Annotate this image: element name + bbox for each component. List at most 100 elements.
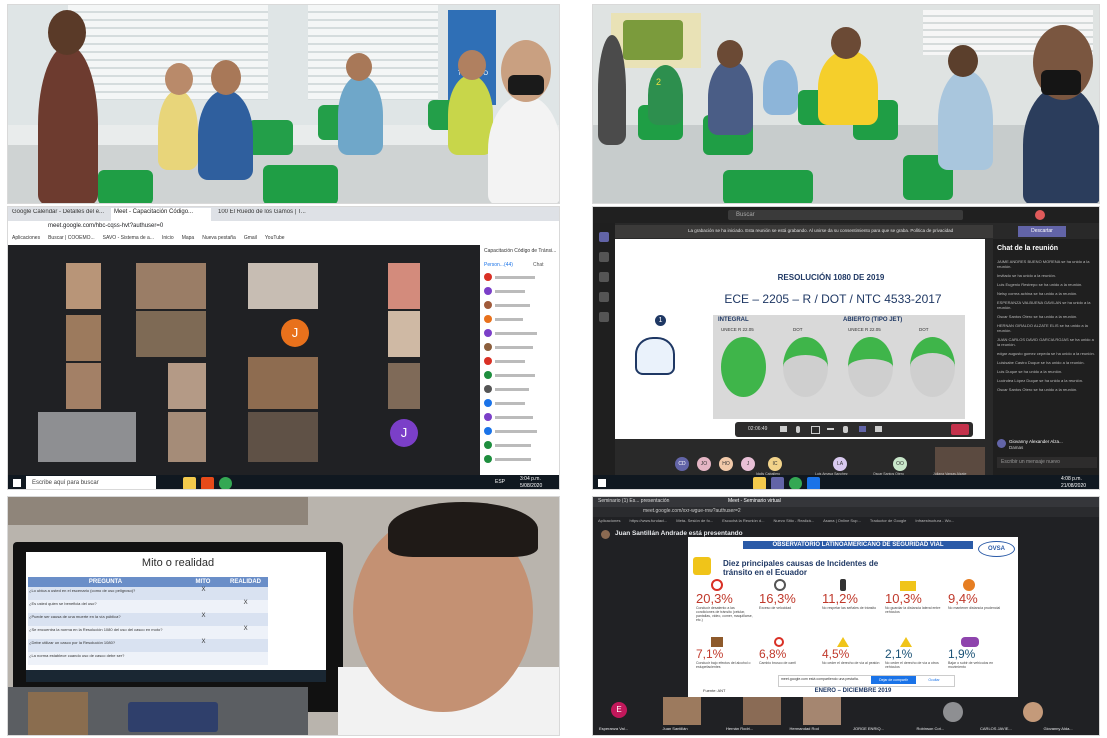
tab-active[interactable]: Meet - Seminario virtual (728, 498, 828, 504)
chair (98, 170, 153, 203)
attendee-avatar[interactable]: LA (833, 457, 847, 471)
tab-people[interactable]: Person...(44) (484, 262, 513, 268)
keyboard-language[interactable]: ESP (495, 479, 505, 485)
chat-last-avatar (997, 439, 1006, 448)
rail-icon[interactable] (599, 292, 609, 302)
pedestrian-sign-icon (837, 637, 849, 647)
participant-video (803, 697, 841, 725)
attendee-avatar[interactable]: JO (697, 457, 711, 471)
app-icon[interactable] (201, 477, 214, 489)
rail-icon[interactable] (599, 312, 609, 322)
traffic-light-icon (840, 579, 846, 591)
bookmark[interactable]: Nuevo Sitio - Realizá... (773, 518, 814, 526)
bookmark[interactable]: Asana | Online Sup... (823, 518, 861, 526)
row-reality (223, 613, 268, 626)
bookmark[interactable]: Infraestructura - Wo... (915, 518, 954, 526)
name-placeholder (495, 373, 535, 377)
bookmark[interactable]: SAVO - Sistema de a... (103, 235, 154, 245)
taskbar-app-icon[interactable] (807, 477, 820, 489)
attendee-avatar[interactable]: IC (768, 457, 782, 471)
stop-sharing-button[interactable]: Dejar de compartir (871, 676, 916, 684)
chat-input[interactable]: Escribir un mensaje nuevo (997, 457, 1097, 468)
bookmark[interactable]: Buscar | COOEMO... (48, 235, 95, 245)
video-tile (248, 357, 318, 409)
person-vest (448, 75, 493, 155)
hide-button[interactable]: Ocultar (919, 676, 949, 684)
chat-message: Luisisabe Castro Duque se ha unido a la … (997, 360, 1085, 365)
attendee-avatar[interactable]: HO (719, 457, 733, 471)
tab[interactable]: Google Calendar - Detalles del e... (12, 209, 107, 215)
table-row: ¿Es usted quien se beneficia del uso? X (28, 600, 268, 613)
search-box[interactable]: Buscar (728, 210, 963, 220)
attendee-avatar[interactable]: J (741, 457, 755, 471)
row-question: ¿Se encuentra la norma en la Resolución … (29, 627, 163, 632)
chair (248, 120, 293, 155)
participant-name: CARLOS JAVIE... (980, 726, 1012, 731)
raise-hand-icon[interactable] (843, 426, 848, 433)
person-standing (38, 45, 98, 203)
taskbar-app-icon[interactable] (771, 477, 784, 489)
slide-standard-code: ECE – 2205 – R / DOT / NTC 4533-2017 (724, 292, 942, 306)
url-field[interactable]: meet.google.com/hbc-cqss-hvt?authuser=0 (48, 223, 348, 229)
url-field[interactable]: meet.google.com/xxr-wgue-rnw?authuser=2 (643, 508, 843, 514)
participant-video (663, 697, 701, 725)
head (48, 10, 86, 55)
head (458, 50, 486, 80)
bookmark[interactable]: Aplicaciones (12, 235, 40, 245)
row-reality: X (243, 626, 248, 632)
bookmark[interactable]: YouTube (265, 235, 285, 245)
tab[interactable]: Seminario (1) Es... presentación (598, 498, 718, 504)
participant-name: JORGE ENRIQ... (853, 726, 884, 731)
bookmark[interactable]: Traductor de Google (870, 518, 907, 526)
yield-sign-icon (900, 637, 912, 647)
rail-icon[interactable] (599, 272, 609, 282)
avatar (484, 301, 492, 309)
head-label: UNECE R 22.05 (721, 327, 754, 332)
bookmark[interactable]: Nueva pestaña (202, 235, 236, 245)
rail-icon[interactable] (599, 252, 609, 262)
video-tile (168, 363, 206, 409)
bookmark[interactable]: Meta- Sesión de fo... (676, 518, 713, 526)
bookmark[interactable]: Aplicaciones (598, 518, 620, 526)
windows-start-icon[interactable] (13, 479, 21, 487)
chat-icon[interactable] (859, 426, 866, 432)
chrome-icon[interactable] (219, 477, 232, 489)
angry-face-icon (963, 579, 975, 591)
table-row: ¿Puede ser causa de una muerte en la vía… (28, 613, 268, 626)
bookmark[interactable]: Escuchá la Reunión d... (722, 518, 764, 526)
dismiss-button[interactable]: Descartar (1018, 226, 1066, 237)
participants-icon[interactable] (875, 426, 882, 432)
taskbar-app-icon[interactable] (753, 477, 766, 489)
avatar (484, 413, 492, 421)
ovsa-logo: OVSA (978, 541, 1015, 557)
hang-up-button[interactable] (951, 424, 969, 435)
camera-icon[interactable] (780, 426, 787, 432)
bookmark[interactable]: Mapa (182, 235, 195, 245)
taskbar-app-icon[interactable] (789, 477, 802, 489)
tab-chat[interactable]: Chat (533, 262, 544, 268)
tab[interactable]: 100 El Ruedo de los Gamos | T... (218, 209, 313, 215)
row-myth: X (201, 587, 206, 593)
bookmark[interactable]: Gmail (244, 235, 257, 245)
mic-icon[interactable] (796, 426, 800, 433)
col-reality: REALIDAD (230, 579, 261, 585)
tab-active[interactable]: Meet - Capacitación Código... (111, 208, 211, 221)
bookmark[interactable]: https://www.fundaci... (629, 518, 667, 526)
more-icon[interactable] (827, 428, 834, 430)
cars-distance-icon (900, 581, 916, 591)
share-icon[interactable] (811, 426, 820, 434)
ecuador-map-icon (693, 557, 711, 575)
row-myth (184, 652, 224, 665)
bookmark[interactable]: Inicio (162, 235, 174, 245)
rail-icon[interactable] (599, 232, 609, 242)
attendee-avatar[interactable]: CD (675, 457, 689, 471)
helmet-head (721, 337, 766, 397)
taskbar-search[interactable]: Escribe aquí para buscar (26, 476, 156, 489)
user-avatar[interactable] (1035, 210, 1045, 220)
windows-start-icon[interactable] (598, 479, 606, 487)
attendee-avatar[interactable]: OO (893, 457, 907, 471)
file-explorer-icon[interactable] (183, 477, 196, 489)
chat-messages: JAIME ANDRES BUENO MORENA se ha unido a … (997, 259, 1097, 437)
stat-description: No ceder el derecho de vía al peatón (822, 661, 880, 665)
call-controls (735, 422, 973, 437)
